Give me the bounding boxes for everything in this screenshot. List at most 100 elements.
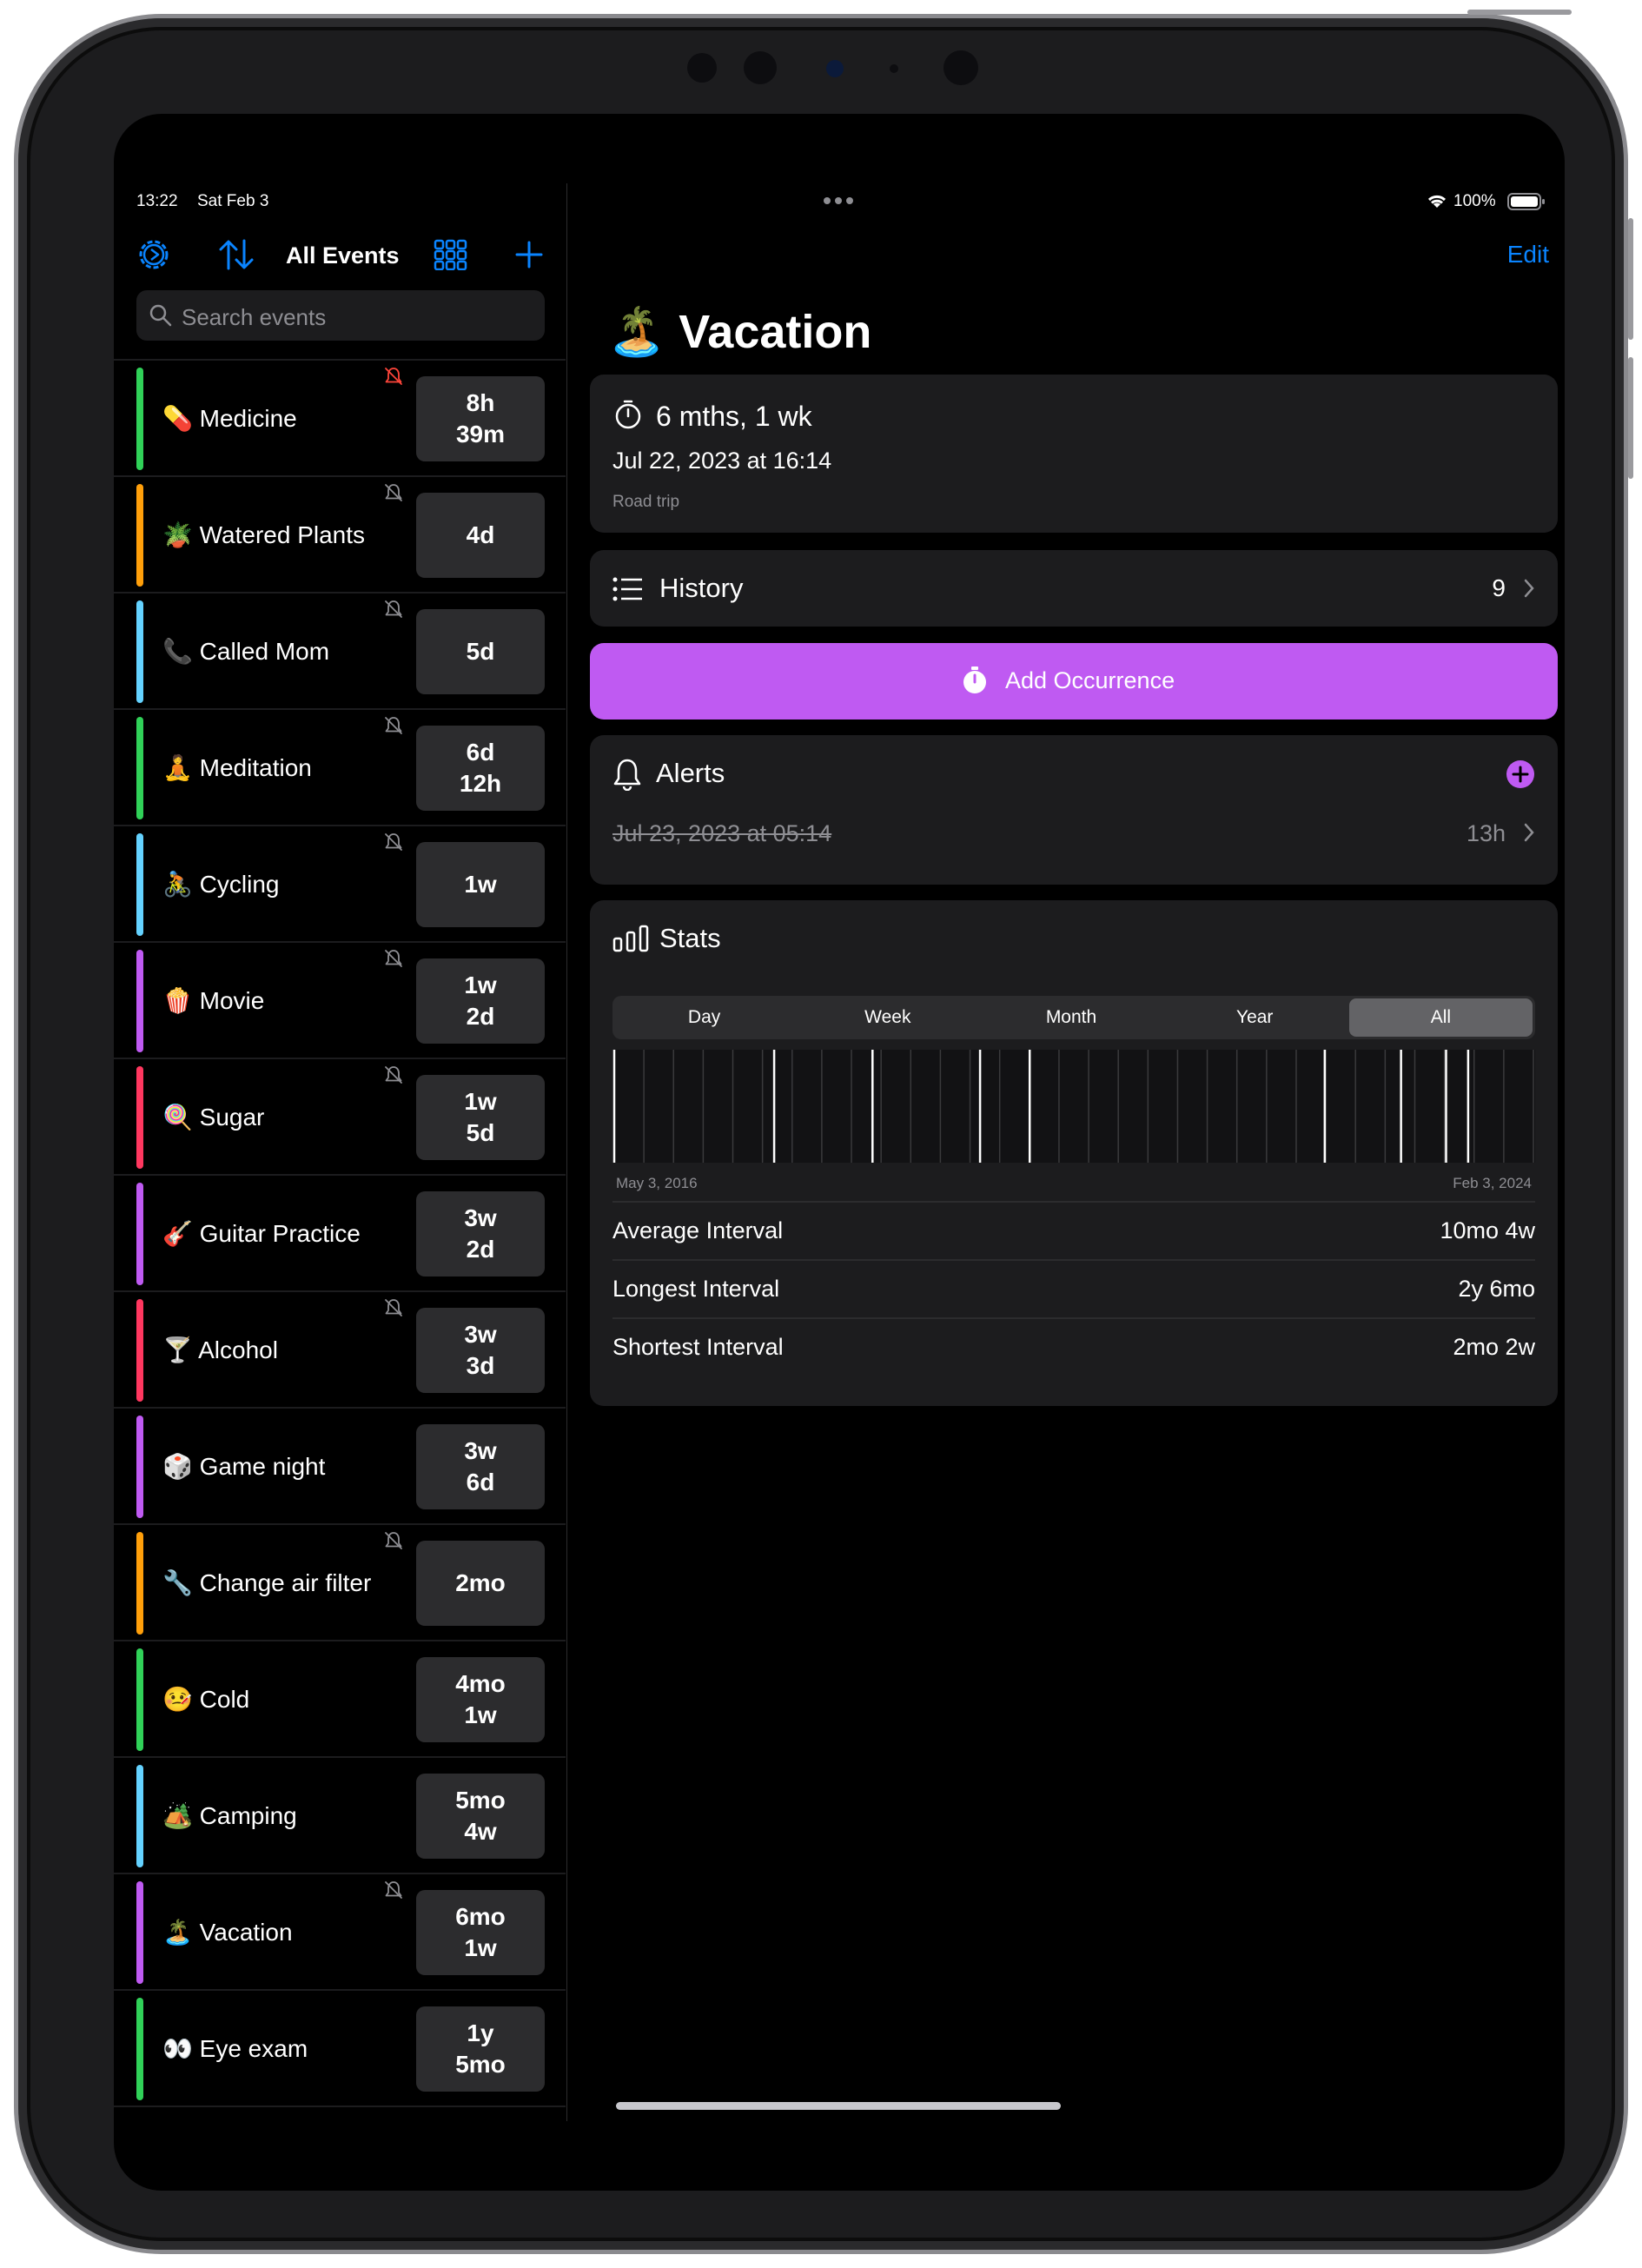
elapsed-badge: 4d — [416, 493, 545, 578]
event-color-bar — [136, 484, 143, 587]
event-name-label: 🎸 Guitar Practice — [162, 1176, 397, 1292]
event-name-label: 🍸 Alcohol — [162, 1292, 397, 1409]
event-title-emoji: 🏝️ — [607, 306, 666, 358]
event-emoji: 🧘 — [162, 754, 193, 781]
add-occurrence-label: Add Occurrence — [1005, 667, 1175, 693]
event-emoji: 🍸 — [162, 1336, 193, 1363]
event-name-label: 🏝️ Vacation — [162, 1874, 397, 1991]
segment-day[interactable]: Day — [612, 996, 796, 1039]
event-detail: Edit 🏝️ Vacation 6 mths, 1 wk Jul 22, 20… — [567, 114, 1565, 2191]
stat-label: Average Interval — [612, 1217, 784, 1243]
alerts-card: Alerts Jul 23, 2023 at 05:14 13h — [590, 735, 1558, 885]
elapsed-badge: 6d 12h — [416, 726, 545, 811]
search-icon — [149, 303, 173, 328]
stat-row: Longest Interval 2y 6mo — [612, 1259, 1535, 1316]
event-name-label: 🚴 Cycling — [162, 826, 397, 943]
event-row[interactable]: 🎲 Game night 3w 6d — [114, 1409, 566, 1525]
screen: 13:22 Sat Feb 3 100% All Events Search e… — [114, 114, 1565, 2191]
event-color-bar — [136, 368, 143, 470]
occurrence-note: Road trip — [612, 493, 680, 511]
elapsed-badge: 1w 5d — [416, 1075, 545, 1160]
event-row[interactable]: 🏝️ Vacation 6mo 1w — [114, 1874, 566, 1991]
event-row[interactable]: 🎸 Guitar Practice 3w 2d — [114, 1176, 566, 1292]
event-title: 🏝️ Vacation — [607, 305, 871, 360]
event-row[interactable]: 👀 Eye exam 1y 5mo — [114, 1991, 566, 2107]
bar-chart-icon — [612, 925, 649, 952]
elapsed-time: 6 mths, 1 wk — [656, 401, 812, 432]
add-alert-icon[interactable] — [1506, 759, 1535, 789]
event-row[interactable]: 🍸 Alcohol 3w 3d — [114, 1292, 566, 1409]
settings-gear-icon[interactable] — [136, 237, 171, 272]
event-name: Movie — [199, 987, 265, 1014]
history-row[interactable]: History 9 — [590, 550, 1558, 627]
search-field[interactable]: Search events — [136, 290, 545, 341]
sensor-icon — [687, 53, 717, 83]
elapsed-badge: 5mo 4w — [416, 1774, 545, 1859]
stats-label: Stats — [659, 923, 721, 953]
stat-value: 2y 6mo — [1458, 1275, 1535, 1302]
event-color-bar — [136, 600, 143, 703]
event-emoji: 🎲 — [162, 1453, 193, 1480]
top-button — [1467, 10, 1572, 15]
event-row[interactable]: 🍭 Sugar 1w 5d — [114, 1059, 566, 1176]
muted-bell-icon — [383, 715, 404, 736]
home-indicator[interactable] — [616, 2102, 1061, 2110]
period-segmented-control: Day Week Month Year All — [612, 996, 1535, 1039]
muted-bell-icon — [383, 1530, 404, 1551]
ipad-frame: 13:22 Sat Feb 3 100% All Events Search e… — [14, 10, 1633, 2254]
chevron-right-icon — [1523, 578, 1535, 599]
sort-arrows-icon[interactable] — [218, 237, 255, 272]
grid-view-icon[interactable] — [434, 239, 468, 271]
muted-bell-icon — [383, 1064, 404, 1085]
event-row[interactable]: 🚴 Cycling 1w — [114, 826, 566, 943]
event-color-bar — [136, 1998, 143, 2100]
event-name: Game night — [199, 1453, 326, 1480]
event-name: Vacation — [199, 1919, 293, 1946]
event-emoji: 👀 — [162, 2035, 193, 2062]
event-row[interactable]: 🏕️ Camping 5mo 4w — [114, 1758, 566, 1874]
event-color-bar — [136, 717, 143, 819]
elapsed-badge: 3w 2d — [416, 1191, 545, 1277]
stat-label: Longest Interval — [612, 1275, 780, 1302]
alert-date[interactable]: Jul 23, 2023 at 05:14 — [612, 820, 831, 847]
segment-month[interactable]: Month — [979, 996, 1162, 1039]
timeline-svg — [612, 1050, 1534, 1163]
elapsed-badge: 3w 6d — [416, 1424, 545, 1509]
event-name-label: 👀 Eye exam — [162, 1991, 397, 2107]
event-name: Called Mom — [199, 638, 330, 665]
elapsed-badge: 8h 39m — [416, 376, 545, 461]
event-name: Sugar — [199, 1104, 265, 1131]
add-occurrence-button[interactable]: Add Occurrence — [590, 643, 1558, 720]
segment-week[interactable]: Week — [796, 996, 979, 1039]
event-name: Camping — [199, 1802, 297, 1829]
add-event-icon[interactable] — [513, 239, 545, 270]
event-name-label: 💊 Medicine — [162, 361, 397, 477]
event-row[interactable]: 🧘 Meditation 6d 12h — [114, 710, 566, 826]
event-row[interactable]: 📞 Called Mom 5d — [114, 594, 566, 710]
elapsed-badge: 2mo — [416, 1541, 545, 1626]
event-row[interactable]: 🔧 Change air filter 2mo — [114, 1525, 566, 1641]
event-color-bar — [136, 1765, 143, 1867]
elapsed-badge: 4mo 1w — [416, 1657, 545, 1742]
list-title: All Events — [286, 242, 400, 269]
elapsed-badge: 1w 2d — [416, 958, 545, 1044]
muted-bell-icon — [383, 482, 404, 503]
edit-button[interactable]: Edit — [1507, 241, 1549, 269]
history-label: History — [659, 573, 744, 603]
event-emoji: 📞 — [162, 638, 193, 665]
event-row[interactable]: 🪴 Watered Plants 4d — [114, 477, 566, 594]
event-row[interactable]: 🤒 Cold 4mo 1w — [114, 1641, 566, 1758]
event-color-bar — [136, 1183, 143, 1285]
segment-all[interactable]: All — [1348, 998, 1533, 1037]
stat-label: Shortest Interval — [612, 1333, 784, 1360]
event-emoji: 🪴 — [162, 521, 193, 548]
event-row[interactable]: 🍿 Movie 1w 2d — [114, 943, 566, 1059]
front-camera-icon — [826, 60, 844, 77]
segment-year[interactable]: Year — [1163, 996, 1347, 1039]
event-color-bar — [136, 1648, 143, 1751]
event-row[interactable]: 💊 Medicine 8h 39m — [114, 361, 566, 477]
muted-bell-icon — [383, 1880, 404, 1900]
last-occurrence-date: Jul 22, 2023 at 16:14 — [612, 448, 832, 474]
elapsed-badge: 5d — [416, 609, 545, 694]
event-name-label: 📞 Called Mom — [162, 594, 397, 710]
